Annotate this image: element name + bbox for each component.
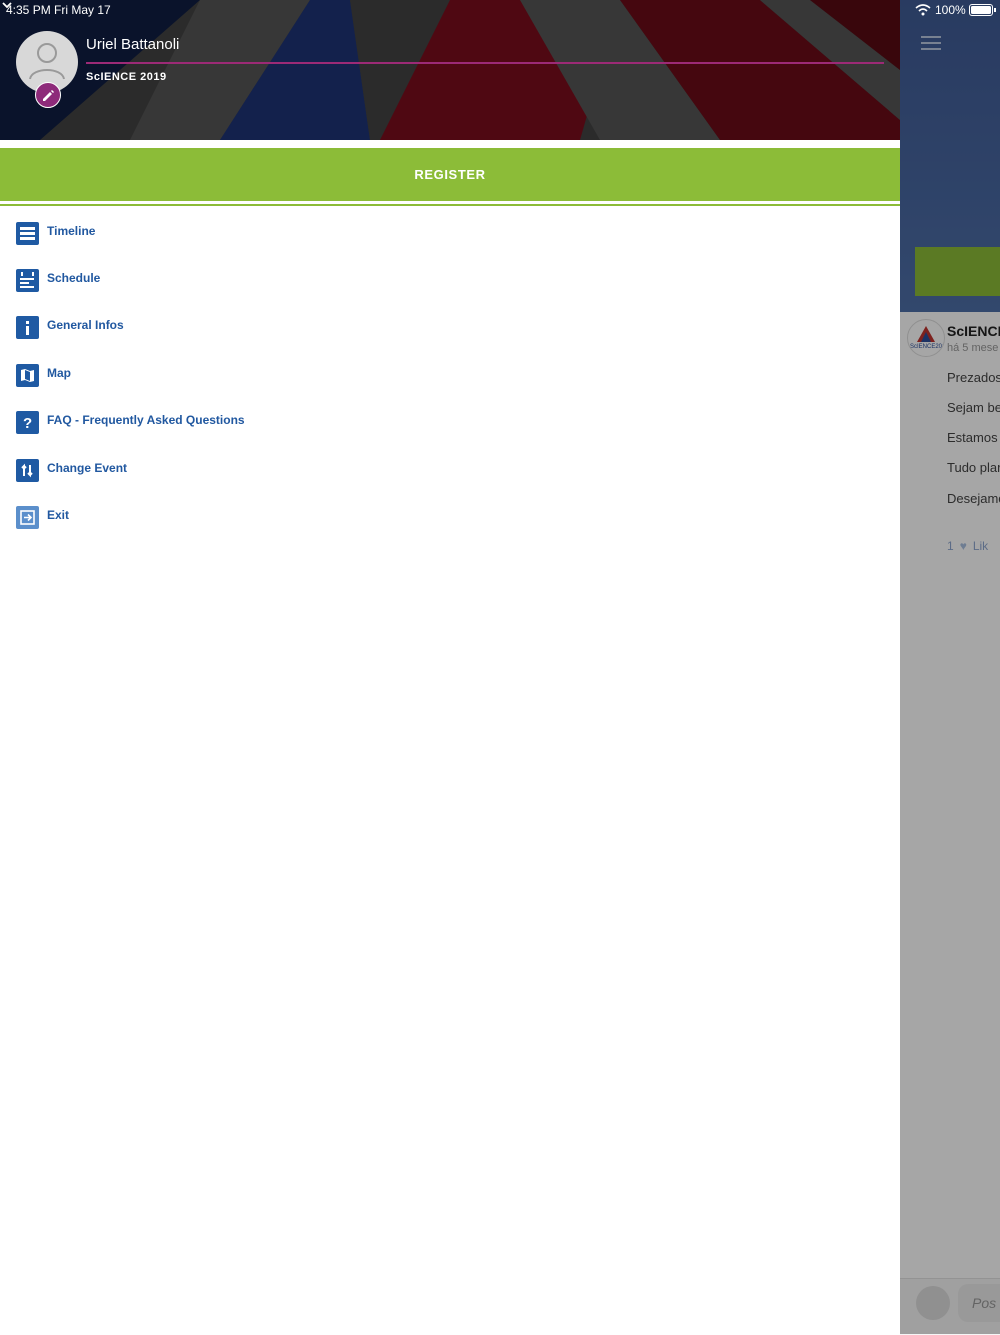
menu-item-schedule[interactable]: Schedule: [0, 267, 900, 307]
wifi-icon: [915, 4, 931, 16]
menu-item-general-infos[interactable]: General Infos: [0, 314, 900, 354]
question-icon: ?: [16, 411, 39, 434]
menu-item-faq[interactable]: ? FAQ - Frequently Asked Questions: [0, 409, 900, 449]
schedule-icon: [16, 269, 39, 292]
info-icon: [16, 316, 39, 339]
menu-item-change-event[interactable]: Change Event: [0, 457, 900, 497]
menu-label-map: Map: [47, 366, 71, 380]
swap-icon: [16, 459, 39, 482]
menu-label-general-infos: General Infos: [47, 318, 124, 332]
timeline-icon: [16, 222, 39, 245]
status-time: 4:35 PM Fri May 17: [6, 3, 111, 17]
exit-icon: [16, 506, 39, 529]
header-divider: [0, 140, 900, 148]
menu-label-change-event: Change Event: [47, 461, 128, 475]
battery-percent: 100%: [935, 3, 966, 17]
pencil-icon: [43, 90, 54, 101]
user-name: Uriel Battanoli: [86, 36, 180, 53]
battery-icon: [969, 4, 996, 16]
menu-label-schedule: Schedule: [47, 271, 101, 285]
menu-item-timeline[interactable]: Timeline: [0, 220, 900, 260]
register-button[interactable]: REGISTER: [0, 148, 900, 201]
register-divider: [0, 204, 900, 206]
menu-item-map[interactable]: Map: [0, 362, 900, 402]
drawer-header: Uriel Battanoli ScIENCE 2019: [0, 0, 900, 140]
edit-avatar-button[interactable]: [35, 82, 61, 108]
event-selector[interactable]: ScIENCE 2019: [86, 71, 167, 83]
menu-label-exit: Exit: [47, 508, 70, 522]
navigation-drawer: Uriel Battanoli ScIENCE 2019 REGISTER Ti…: [0, 0, 900, 1334]
header-background-image: [0, 0, 900, 140]
map-icon: [16, 364, 39, 387]
menu-item-exit[interactable]: Exit: [0, 504, 900, 544]
svg-text:?: ?: [23, 415, 32, 432]
menu-label-timeline: Timeline: [47, 224, 96, 238]
name-divider: [86, 62, 884, 64]
menu-label-faq: FAQ - Frequently Asked Questions: [47, 413, 245, 427]
